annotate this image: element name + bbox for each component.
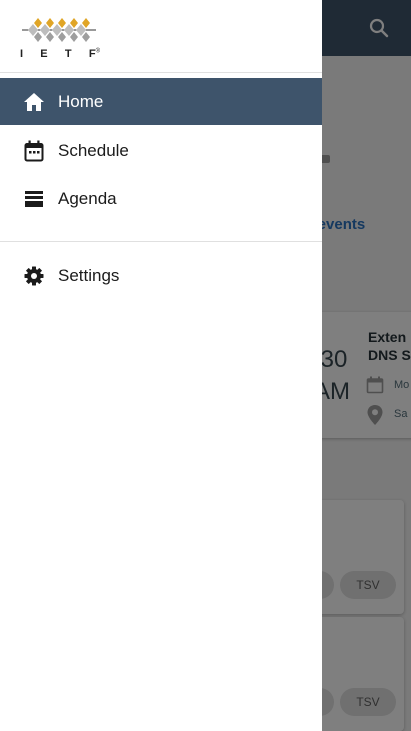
nav-item-label: Home: [58, 91, 104, 111]
nav-item-agenda[interactable]: Agenda: [0, 175, 322, 222]
nav-item-schedule[interactable]: Schedule: [0, 127, 322, 174]
nav-item-label: Agenda: [58, 188, 117, 208]
nav-item-home[interactable]: Home: [0, 78, 322, 125]
nav-item-label: Schedule: [58, 140, 129, 160]
calendar-icon: [22, 139, 46, 163]
divider: [0, 241, 322, 242]
home-icon: [22, 90, 46, 114]
nav-item-label: Settings: [58, 265, 120, 285]
navigation-drawer: I E T F® Home Schedule Agenda Settings: [0, 0, 322, 731]
ietf-logo: I E T F®: [20, 16, 100, 64]
agenda-icon: [22, 187, 46, 211]
gear-icon: [22, 264, 46, 288]
nav-item-settings[interactable]: Settings: [0, 252, 322, 299]
divider: [0, 72, 322, 73]
logo-wordmark: I E T F®: [20, 48, 100, 60]
